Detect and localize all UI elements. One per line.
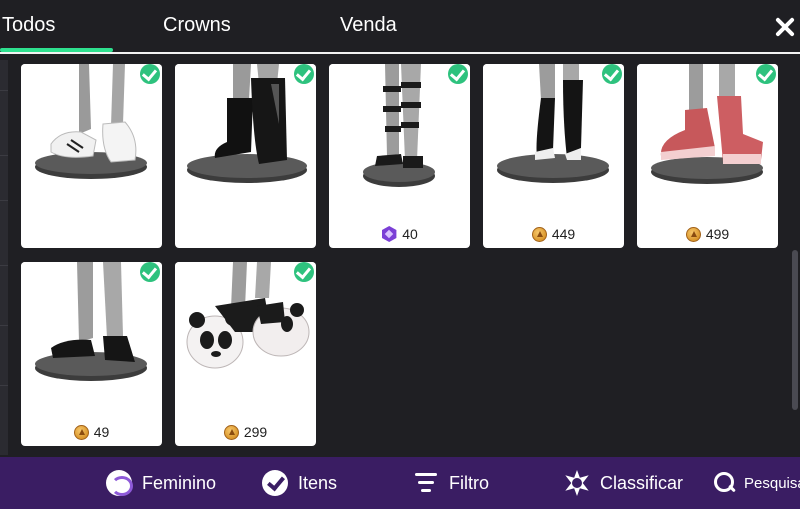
item-card[interactable]: 299 bbox=[175, 262, 316, 446]
owned-check-icon bbox=[602, 64, 622, 84]
item-image bbox=[175, 262, 316, 387]
owned-check-icon bbox=[294, 64, 314, 84]
item-price: 499 bbox=[637, 226, 778, 242]
item-card[interactable] bbox=[175, 64, 316, 248]
item-image bbox=[637, 64, 778, 189]
filter-icon bbox=[413, 470, 439, 496]
item-price: 40 bbox=[329, 226, 470, 242]
price-value: 449 bbox=[551, 226, 576, 242]
tab-todos[interactable]: Todos bbox=[2, 14, 55, 37]
tab-crowns[interactable]: Crowns bbox=[163, 14, 231, 37]
item-card[interactable] bbox=[21, 64, 162, 248]
owned-check-icon bbox=[448, 64, 468, 84]
coin-icon bbox=[73, 424, 89, 440]
price-value: 40 bbox=[402, 226, 418, 242]
search-button[interactable]: Pesquisa bbox=[712, 470, 800, 496]
tab-venda[interactable]: Venda bbox=[340, 14, 397, 37]
price-value: 49 bbox=[93, 424, 110, 440]
scrollbar[interactable] bbox=[792, 250, 798, 410]
price-value: 499 bbox=[705, 226, 730, 242]
gem-icon bbox=[382, 226, 397, 242]
bottom-toolbar: Feminino Itens Filtro Classificar Pesqui… bbox=[0, 457, 800, 509]
filter-button[interactable]: Filtro bbox=[413, 470, 489, 496]
item-price: 299 bbox=[175, 424, 316, 440]
item-image bbox=[483, 64, 624, 189]
item-card[interactable]: 40 bbox=[329, 64, 470, 248]
tab-bar: Todos Crowns Venda bbox=[0, 0, 800, 56]
owned-check-icon bbox=[294, 262, 314, 282]
price-value: 299 bbox=[243, 424, 268, 440]
switch-gender-icon bbox=[106, 470, 133, 496]
sort-label: Classificar bbox=[600, 472, 684, 493]
owned-check-icon bbox=[756, 64, 776, 84]
item-image bbox=[175, 64, 316, 189]
coin-icon bbox=[531, 226, 547, 242]
check-circle-icon bbox=[262, 470, 288, 496]
owned-check-icon bbox=[140, 64, 160, 84]
item-image bbox=[329, 64, 470, 189]
sort-button[interactable]: Classificar bbox=[564, 470, 683, 496]
sort-badge-icon bbox=[565, 470, 589, 496]
coin-icon bbox=[685, 226, 701, 242]
item-image bbox=[21, 64, 162, 189]
item-card[interactable]: 449 bbox=[483, 64, 624, 248]
item-price: 49 bbox=[21, 424, 162, 440]
item-card[interactable]: 499 bbox=[637, 64, 778, 248]
item-card[interactable]: 49 bbox=[21, 262, 162, 446]
search-label: Pesquisa bbox=[744, 474, 800, 492]
close-icon[interactable] bbox=[770, 12, 800, 42]
left-side-panel-edge bbox=[0, 60, 8, 455]
header-divider bbox=[0, 52, 800, 54]
items-label: Itens bbox=[298, 472, 338, 493]
item-price: 449 bbox=[483, 226, 624, 242]
search-icon bbox=[712, 470, 738, 496]
gender-toggle-button[interactable]: Feminino bbox=[106, 470, 216, 496]
items-button[interactable]: Itens bbox=[262, 470, 337, 496]
item-image bbox=[21, 262, 162, 387]
gender-label: Feminino bbox=[142, 472, 217, 493]
coin-icon bbox=[223, 424, 239, 440]
filter-label: Filtro bbox=[449, 472, 489, 493]
owned-check-icon bbox=[140, 262, 160, 282]
